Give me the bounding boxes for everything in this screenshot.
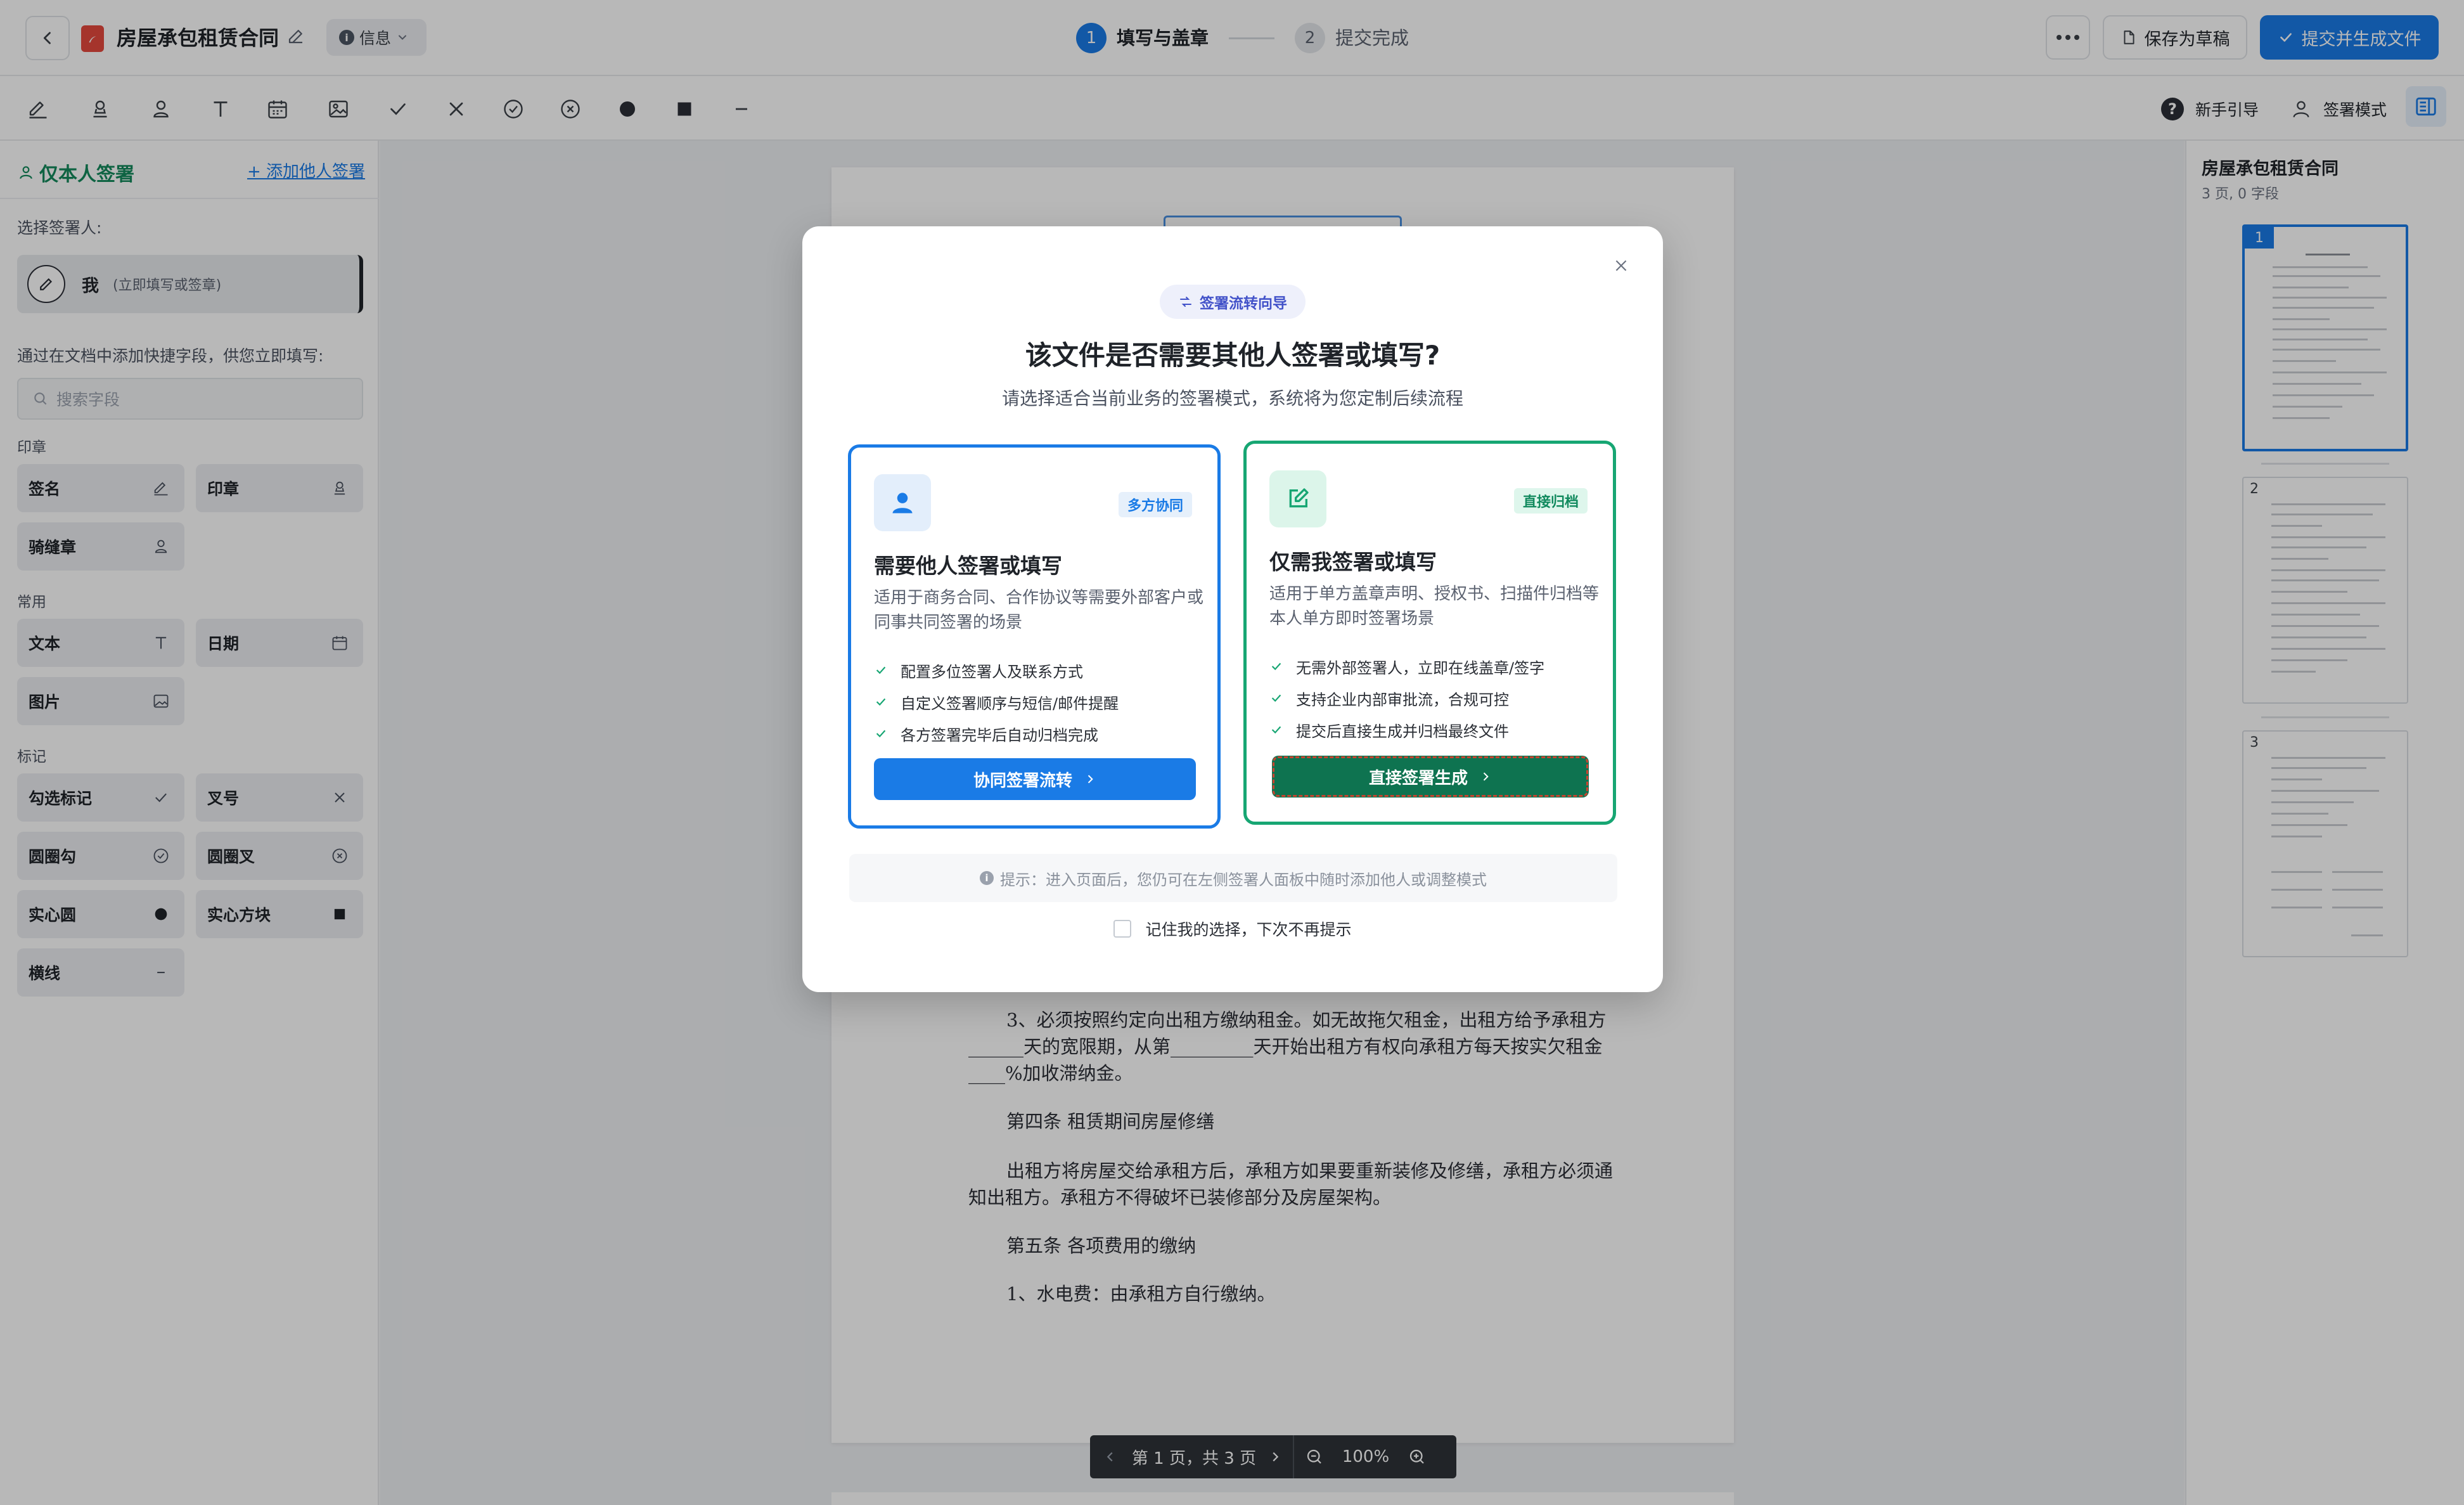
modal-title: 该文件是否需要其他人签署或填写? <box>1025 340 1441 371</box>
feature-text: 无需外部签署人，立即在线盖章/签字 <box>1296 659 1545 677</box>
card-heading: 需要他人签署或填写 <box>874 553 1062 578</box>
card-heading: 仅需我签署或填写 <box>1269 550 1437 574</box>
feature-item: 配置多位签署人及联系方式 <box>874 654 1119 686</box>
app-root: 房屋承包租赁合同 i 信息 1 填写与盖章 2 提交完成 保存为草稿 提交并生成… <box>0 0 2464 1505</box>
hint-text: 提示：进入页面后，您仍可在左侧签署人面板中随时添加他人或调整模式 <box>1000 870 1487 889</box>
check-icon <box>876 666 886 675</box>
check-icon <box>876 698 886 706</box>
edit-document-icon <box>1269 470 1326 527</box>
feature-text: 提交后直接生成并归档最终文件 <box>1296 722 1509 740</box>
feature-item: 支持企业内部审批流，合规可控 <box>1269 682 1544 714</box>
feature-text: 配置多位签署人及联系方式 <box>901 662 1083 681</box>
check-icon <box>1271 726 1281 734</box>
feature-text: 自定义签署顺序与短信/邮件提醒 <box>901 694 1119 713</box>
feature-item: 自定义签署顺序与短信/邮件提醒 <box>874 686 1119 718</box>
remember-choice[interactable]: 记住我的选择，下次不再提示 <box>802 917 1663 940</box>
chevron-right-icon <box>1483 772 1489 781</box>
direct-sign-generate-button[interactable]: 直接签署生成 <box>1272 756 1589 798</box>
feature-text: 各方签署完毕后自动归档完成 <box>901 726 1098 744</box>
collaborative-sign-button[interactable]: 协同签署流转 <box>874 758 1196 800</box>
close-icon <box>1615 260 1627 271</box>
remember-label: 记住我的选择，下次不再提示 <box>1145 920 1352 939</box>
remember-checkbox[interactable] <box>1113 920 1132 938</box>
option-card-multi-party[interactable]: 多方协同 需要他人签署或填写 适用于商务合同、合作协议等需要外部客户或同事共同签… <box>848 444 1221 829</box>
check-icon <box>1271 662 1281 671</box>
feature-list: 无需外部签署人，立即在线盖章/签字 支持企业内部审批流，合规可控 提交后直接生成… <box>1269 650 1544 746</box>
wizard-badge-label: 签署流转向导 <box>1200 295 1287 312</box>
cta-label: 直接签署生成 <box>1368 768 1468 788</box>
modal-subtitle: 请选择适合当前业务的签署模式，系统将为您定制后续流程 <box>1001 388 1463 409</box>
feature-item: 各方签署完毕后自动归档完成 <box>874 718 1119 749</box>
info-icon: i <box>980 871 994 885</box>
flow-icon <box>1180 297 1191 307</box>
feature-list: 配置多位签署人及联系方式 自定义签署顺序与短信/邮件提醒 各方签署完毕后自动归档… <box>874 654 1119 749</box>
chevron-right-icon <box>1088 775 1093 784</box>
multi-party-badge: 多方协同 <box>1118 492 1192 517</box>
check-icon <box>1271 694 1281 702</box>
option-card-self-only[interactable]: 直接归档 仅需我签署或填写 适用于单方盖章声明、授权书、扫描件归档等本人单方即时… <box>1243 441 1616 825</box>
card-description: 适用于商务合同、合作协议等需要外部客户或同事共同签署的场景 <box>874 588 1204 632</box>
check-icon <box>876 730 886 738</box>
feature-item: 提交后直接生成并归档最终文件 <box>1269 714 1544 746</box>
card-description: 适用于单方盖章声明、授权书、扫描件归档等本人单方即时签署场景 <box>1269 585 1600 628</box>
direct-archive-badge: 直接归档 <box>1513 488 1588 514</box>
feature-item: 无需外部签署人，立即在线盖章/签字 <box>1269 650 1544 682</box>
signing-flow-wizard-modal: 签署流转向导 该文件是否需要其他人签署或填写? 请选择适合当前业务的签署模式，系… <box>802 226 1663 992</box>
cta-label: 协同签署流转 <box>973 771 1072 791</box>
hint-bar: i 提示：进入页面后，您仍可在左侧签署人面板中随时添加他人或调整模式 <box>849 854 1617 902</box>
wizard-badge: 签署流转向导 <box>1160 285 1306 319</box>
close-button[interactable] <box>1610 254 1633 277</box>
user-icon <box>874 474 931 531</box>
feature-text: 支持企业内部审批流，合规可控 <box>1296 690 1509 709</box>
